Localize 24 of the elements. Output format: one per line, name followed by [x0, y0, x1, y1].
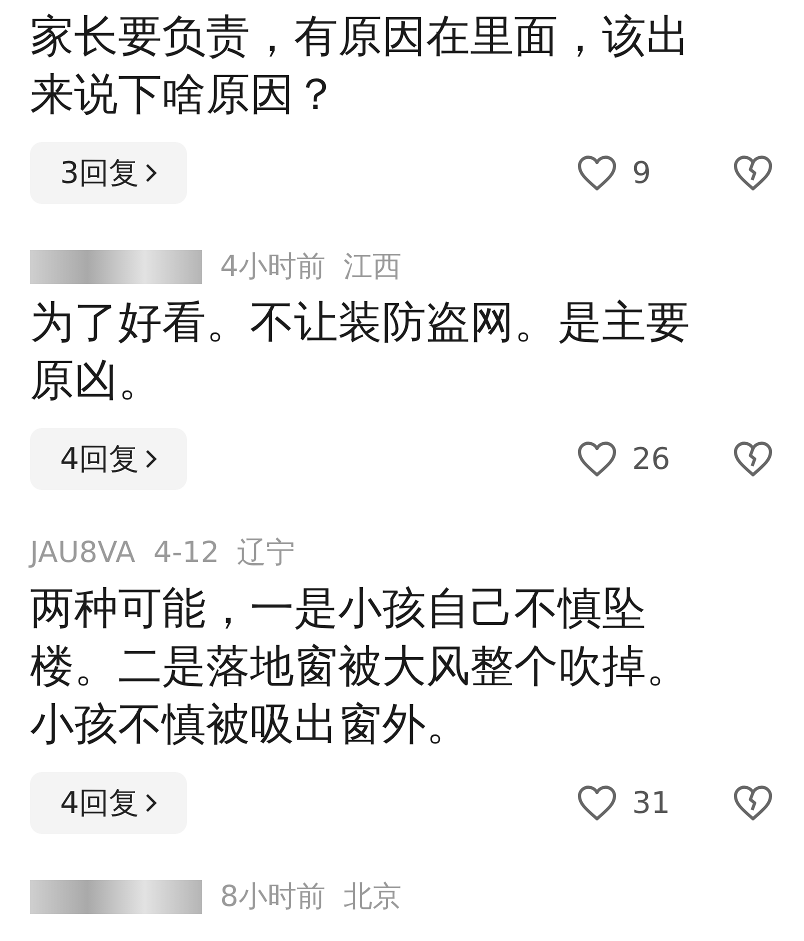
- broken-heart-icon[interactable]: [732, 153, 774, 193]
- comment-location: 北京: [343, 878, 402, 916]
- like-count: 9: [632, 154, 652, 192]
- chevron-right-icon: [145, 449, 158, 469]
- chevron-right-icon: [145, 163, 158, 183]
- broken-heart-icon[interactable]: [732, 439, 774, 479]
- chevron-right-icon: [145, 793, 158, 813]
- replies-button[interactable]: 4回复: [30, 428, 188, 490]
- comment-time: 4-12: [153, 534, 220, 572]
- comment-time: 4小时前: [220, 248, 326, 286]
- comment-text: 两种可能，一是小孩自己不慎坠楼。二是落地窗被大风整个吹掉。小孩不慎被吸出窗外。: [30, 582, 691, 752]
- replies-button[interactable]: 4回复: [30, 772, 188, 834]
- comment-text: 为了好看。不让装防盗网。是主要原凶。: [30, 296, 691, 408]
- heart-icon[interactable]: [576, 783, 618, 823]
- like-count: 26: [632, 440, 672, 478]
- heart-icon[interactable]: [576, 153, 618, 193]
- comment-location: 辽宁: [237, 534, 296, 572]
- comment-time: 8小时前: [220, 878, 326, 916]
- like-count: 31: [632, 784, 672, 822]
- heart-icon[interactable]: [576, 439, 618, 479]
- comment-text: 家长要负责，有原因在里面，该出来说下啥原因？: [30, 10, 691, 122]
- comment-location: 江西: [343, 248, 402, 286]
- replies-button[interactable]: 3回复: [30, 142, 188, 204]
- broken-heart-icon[interactable]: [732, 783, 774, 823]
